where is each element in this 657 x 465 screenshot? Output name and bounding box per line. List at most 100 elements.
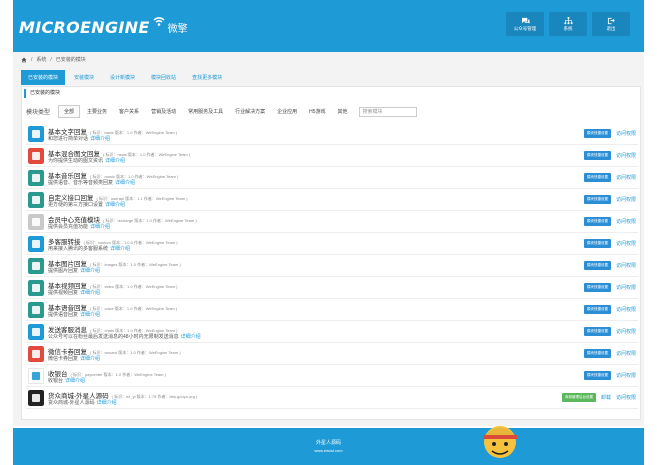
mall-icon (28, 390, 44, 406)
wifi-icon (153, 17, 165, 26)
shortcut-settings-button[interactable]: 模块快捷设置 (583, 195, 611, 204)
detail-link[interactable]: 详细介绍 (65, 378, 85, 384)
uninstall-link[interactable]: 卸载 (601, 394, 611, 401)
logout-button[interactable]: 退出 (592, 12, 630, 36)
access-permission-link[interactable]: 访问权限 (616, 328, 636, 335)
module-desc: 提供语音回复 (48, 312, 79, 318)
filter-marketing[interactable]: 营销及活动 (146, 106, 181, 117)
module-row: 发送客服消息( 标识：chats 版本：1.0 作者：WeEngine Team… (26, 321, 638, 343)
module-tabs: 已安装的模块 安装模块 设计新模块 模块回收站 查找更多模块 (21, 70, 229, 85)
account-manage-label: 公众号管理 (513, 25, 537, 31)
module-card: 已安装的模块 模块类型 全部 主要业务 客户关系 营销及活动 常用服务及工具 行… (21, 86, 641, 420)
module-row: 收银台( 标识：paycenter 版本：1.0 作者：WeEngine Tea… (26, 365, 638, 387)
module-desc: 和您进行简单对话 (48, 136, 89, 142)
detail-link[interactable]: 详细介绍 (80, 356, 100, 362)
access-permission-link[interactable]: 访问权限 (616, 284, 636, 291)
shortcut-settings-button[interactable]: 模块快捷设置 (583, 371, 611, 380)
breadcrumb-sep: / (31, 56, 33, 63)
home-icon[interactable] (21, 57, 27, 63)
logo[interactable]: MICROENGINE 微擎 (19, 16, 188, 38)
card-coupon-icon (28, 346, 44, 362)
detail-link[interactable]: 详细介绍 (80, 268, 100, 274)
module-meta: ( 标识：images 版本：1.0 作者：WeEngine Team ) (90, 262, 181, 267)
shortcut-settings-button[interactable]: 模块快捷设置 (583, 261, 611, 270)
image-reply-icon (28, 258, 44, 274)
search-input[interactable]: 搜索模块 (358, 106, 417, 117)
main-panel: / 系统 / 已安装的模块 已安装的模块 安装模块 设计新模块 模块回收站 查找… (13, 52, 644, 426)
access-permission-link[interactable]: 访问权限 (616, 262, 636, 269)
access-permission-link[interactable]: 访问权限 (616, 196, 636, 203)
chat-icon (521, 17, 529, 24)
card-title: 已安装的模块 (24, 89, 638, 98)
module-desc: 用来接入腾讯的多客服系统 (48, 246, 109, 252)
module-desc: 提供会员充值功能 (48, 224, 89, 230)
shortcut-settings-button[interactable]: 模块快捷设置 (583, 129, 611, 138)
tab-install[interactable]: 安装模块 (67, 70, 101, 85)
tab-installed[interactable]: 已安装的模块 (21, 70, 66, 85)
tab-design[interactable]: 设计新模块 (103, 70, 142, 85)
voice-reply-icon (28, 302, 44, 318)
filter-business[interactable]: 主要业务 (82, 106, 112, 117)
filter-enterprise[interactable]: 企业应用 (272, 106, 302, 117)
shortcut-settings-button[interactable]: 模块快捷设置 (583, 151, 611, 160)
detail-link[interactable]: 详细介绍 (105, 158, 125, 164)
system-button[interactable]: 系统 (549, 12, 587, 36)
module-meta: ( 标识：recharge 版本：1.0 作者：WeEngine Team ) (103, 218, 197, 223)
filter-tools[interactable]: 常用服务及工具 (183, 106, 228, 117)
access-permission-link[interactable]: 访问权限 (616, 218, 636, 225)
tab-find-more[interactable]: 查找更多模块 (185, 70, 229, 85)
module-row: 基本语音回复( 标识：voice 版本：1.0 作者：WeEngine Team… (26, 299, 638, 321)
mall-admin-button[interactable]: 商城管理后台设置 (561, 393, 596, 402)
shortcut-settings-button[interactable]: 模块快捷设置 (583, 239, 611, 248)
shortcut-settings-button[interactable]: 模块快捷设置 (583, 173, 611, 182)
filter-all[interactable]: 全部 (58, 105, 81, 118)
video-reply-icon (28, 280, 44, 296)
filter-label: 模块类型 (26, 110, 51, 116)
module-desc: 货众商城-外星人源码 (48, 400, 95, 406)
access-permission-link[interactable]: 访问权限 (616, 130, 636, 137)
detail-link[interactable]: 详细介绍 (97, 400, 117, 406)
watermark-text: 我爱代码 (522, 429, 628, 459)
module-desc: 收银台 (48, 378, 64, 384)
filter-other[interactable]: 其他 (333, 106, 353, 117)
detail-link[interactable]: 详细介绍 (105, 202, 125, 208)
access-permission-link[interactable]: 访问权限 (616, 306, 636, 313)
detail-link[interactable]: 详细介绍 (181, 334, 201, 340)
music-reply-icon (28, 170, 44, 186)
detail-link[interactable]: 详细介绍 (80, 290, 100, 296)
module-row: 货众商城-外星人源码 ( 标识：ez_yi 版本：1.75 作者：bbs.gouy… (26, 387, 638, 409)
access-permission-link[interactable]: 访问权限 (616, 152, 636, 159)
shortcut-settings-button[interactable]: 模块快捷设置 (583, 327, 611, 336)
access-permission-link[interactable]: 访问权限 (616, 394, 636, 401)
access-permission-link[interactable]: 访问权限 (616, 350, 636, 357)
access-permission-link[interactable]: 访问权限 (616, 372, 636, 379)
module-desc: 更方便的第三方接口设置 (48, 202, 104, 208)
account-manage-button[interactable]: 公众号管理 (506, 12, 544, 36)
shortcut-settings-button[interactable]: 模块快捷设置 (583, 283, 611, 292)
detail-link[interactable]: 详细介绍 (90, 224, 110, 230)
detail-link[interactable]: 详细介绍 (115, 180, 135, 186)
access-permission-link[interactable]: 访问权限 (616, 174, 636, 181)
tab-recycle[interactable]: 模块回收站 (144, 70, 183, 85)
breadcrumb-system[interactable]: 系统 (36, 56, 46, 63)
shortcut-settings-button[interactable]: 模块快捷设置 (583, 305, 611, 314)
detail-link[interactable]: 详细介绍 (110, 246, 130, 252)
module-row: 基本视频回复( 标识：video 版本：1.0 作者：WeEngine Team… (26, 277, 638, 299)
filter-industry[interactable]: 行业解决方案 (230, 106, 270, 117)
detail-link[interactable]: 详细介绍 (80, 312, 100, 318)
type-filter: 模块类型 全部 主要业务 客户关系 营销及活动 常用服务及工具 行业解决方案 企… (26, 105, 417, 118)
custom-service-icon (28, 236, 44, 252)
filter-customer[interactable]: 客户关系 (114, 106, 144, 117)
module-row: 多客服转接( 标识：custom 版本：1.0.0 作者：WeEngine Te… (26, 233, 638, 255)
module-meta: ( 标识：wxcard 版本：1.0 作者：WeEngine Team ) (90, 350, 181, 355)
module-meta: ( 标识：ez_yi 版本：1.75 作者：bbs.gouyu.org ) (111, 394, 198, 399)
logo-text: MICROENGINE (19, 17, 150, 37)
filter-h5-game[interactable]: H5游戏 (304, 106, 330, 117)
chat-message-icon (28, 324, 44, 340)
news-reply-icon (28, 148, 44, 164)
access-permission-link[interactable]: 访问权限 (616, 240, 636, 247)
shortcut-settings-button[interactable]: 模块快捷设置 (583, 349, 611, 358)
breadcrumb-current: 已安装的模块 (55, 57, 86, 63)
shortcut-settings-button[interactable]: 模块快捷设置 (583, 217, 611, 226)
detail-link[interactable]: 详细介绍 (90, 136, 110, 142)
